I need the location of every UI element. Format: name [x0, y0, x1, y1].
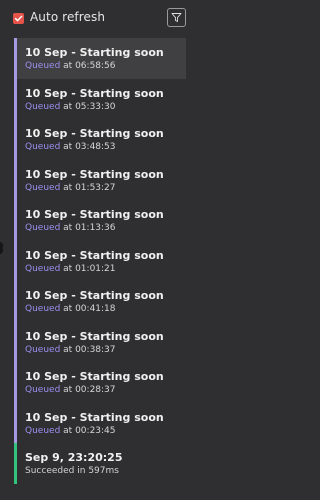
run-subtitle: Queued at 01:53:27 — [25, 182, 116, 193]
run-time: 00:38:37 — [75, 344, 116, 355]
run-duration: 597ms — [88, 466, 119, 476]
run-title: 10 Sep - Starting soon — [25, 370, 164, 383]
run-title: 10 Sep - Starting soon — [25, 289, 164, 302]
run-time: 00:41:18 — [75, 304, 116, 314]
checkmark-icon — [14, 15, 23, 22]
run-title: 10 Sep - Starting soon — [25, 208, 164, 221]
run-title: 10 Sep - Starting soon — [25, 167, 164, 181]
run-item-4[interactable]: 10 Sep - Starting soon Queued at 01:53:2… — [14, 159, 186, 201]
run-item-1[interactable]: 10 Sep - Starting soon Queued at 06:58:5… — [14, 38, 186, 79]
run-subtitle: Queued at 06:58:56 — [25, 61, 116, 71]
run-item-5[interactable]: 10 Sep - Starting soon Queued at 01:13:3… — [14, 200, 186, 241]
run-time: 00:23:45 — [75, 425, 116, 436]
run-time: 03:48:53 — [75, 142, 116, 152]
run-status: Queued — [25, 142, 61, 152]
run-title: 10 Sep - Starting soon — [25, 410, 164, 424]
run-title: 10 Sep - Starting soon — [25, 86, 164, 100]
filter-button[interactable] — [167, 8, 186, 27]
run-time: 01:13:36 — [75, 223, 116, 233]
run-item-9[interactable]: 10 Sep - Starting soon Queued at 00:28:3… — [14, 362, 186, 403]
filter-icon — [171, 13, 182, 22]
run-subtitle: Succeeded in 597ms — [25, 466, 119, 476]
run-subtitle: Queued at 00:38:37 — [25, 344, 116, 355]
run-status: Queued — [25, 263, 61, 274]
run-time: 06:58:56 — [75, 61, 116, 71]
run-item-10[interactable]: 10 Sep - Starting soon Queued at 00:23:4… — [14, 402, 186, 444]
run-subtitle: Queued at 00:28:37 — [25, 385, 116, 395]
run-status: Succeeded — [25, 466, 75, 476]
run-subtitle: Queued at 01:01:21 — [25, 263, 116, 274]
run-status: Queued — [25, 182, 61, 193]
run-status: Queued — [25, 425, 61, 436]
run-item-11[interactable]: Sep 9, 23:20:25 Succeeded in 597ms — [14, 443, 186, 484]
run-title: 10 Sep - Starting soon — [25, 329, 164, 343]
run-title: 10 Sep - Starting soon — [25, 127, 164, 140]
run-status: Queued — [25, 61, 61, 71]
run-item-6[interactable]: 10 Sep - Starting soon Queued at 01:01:2… — [14, 240, 186, 282]
run-subtitle: Queued at 01:13:36 — [25, 223, 116, 233]
panel-resize-handle[interactable] — [0, 242, 3, 254]
run-item-7[interactable]: 10 Sep - Starting soon Queued at 00:41:1… — [14, 281, 186, 322]
run-time: 01:53:27 — [75, 182, 116, 193]
run-subtitle: Queued at 00:23:45 — [25, 425, 116, 436]
run-item-3[interactable]: 10 Sep - Starting soon Queued at 03:48:5… — [14, 119, 186, 160]
run-status: Queued — [25, 223, 61, 233]
auto-refresh-label[interactable]: Auto refresh — [30, 10, 105, 24]
run-item-2[interactable]: 10 Sep - Starting soon Queued at 05:33:3… — [14, 78, 186, 120]
run-time: 00:28:37 — [75, 385, 116, 395]
auto-refresh-checkbox[interactable] — [13, 13, 24, 24]
run-title: 10 Sep - Starting soon — [25, 46, 164, 59]
run-title: 10 Sep - Starting soon — [25, 248, 164, 262]
run-status: Queued — [25, 101, 61, 112]
run-time: 01:01:21 — [75, 263, 116, 274]
run-list: 10 Sep - Starting soon Queued at 06:58:5… — [14, 38, 186, 484]
run-status: Queued — [25, 385, 61, 395]
toolbar: Auto refresh — [0, 0, 207, 36]
run-subtitle: Queued at 03:48:53 — [25, 142, 116, 152]
run-subtitle: Queued at 05:33:30 — [25, 101, 116, 112]
run-status: Queued — [25, 304, 61, 314]
run-item-8[interactable]: 10 Sep - Starting soon Queued at 00:38:3… — [14, 321, 186, 363]
run-status: Queued — [25, 344, 61, 355]
run-subtitle: Queued at 00:41:18 — [25, 304, 116, 314]
run-time: 05:33:30 — [75, 101, 116, 112]
run-title: Sep 9, 23:20:25 — [25, 451, 123, 464]
